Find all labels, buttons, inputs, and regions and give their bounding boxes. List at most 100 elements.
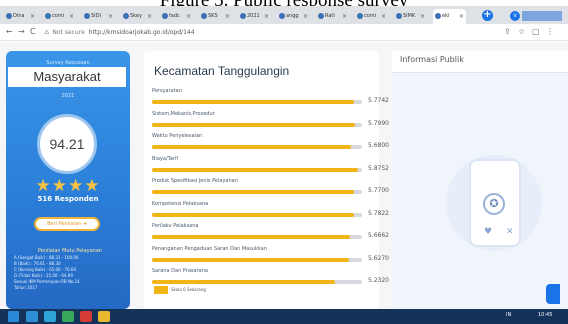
tab-close-icon[interactable]: × (459, 9, 464, 24)
back-icon[interactable]: ← (6, 27, 13, 37)
metric-bar (152, 235, 351, 239)
x-icon: ✕ (506, 227, 514, 237)
tab-close-icon[interactable]: × (420, 9, 425, 24)
respondent-count: 516 Responden (37, 195, 99, 203)
metric-label: Produk Spesifikasi Jenis Pelayanan (152, 178, 238, 184)
metrics-card: Kecamatan Tanggulangin Skala 6 Sekarang … (144, 51, 389, 309)
tab-label: SIMK (403, 13, 416, 19)
metric-label: Penanganan Pengaduan Saran Dan Masukkan (152, 245, 267, 252)
browser-tab[interactable]: SIDI × (82, 9, 115, 24)
metric-value: 5.7822 (368, 209, 389, 217)
tab-label: angg (286, 13, 299, 19)
quality-title: Penilaian Mutu Pelayanan (37, 248, 103, 254)
browser-tab[interactable]: ekl × (433, 9, 466, 24)
browser-tab[interactable]: Rati × (316, 9, 349, 24)
browser-tab[interactable]: Skey × (121, 9, 154, 24)
tab-close-icon[interactable]: × (264, 9, 269, 24)
address-bar: ← → C ⚠ Not secure http://kmsidoarjokab.go… (0, 24, 568, 41)
metric-value: 5.6662 (368, 232, 389, 239)
survey-summary-card: Survey Kepuasan Masyarakat 2021 94.21 ★★… (6, 51, 130, 309)
emblem-icon: ✪ (483, 193, 505, 215)
browser-tab[interactable]: Dina × (4, 9, 37, 24)
metric-value: 5.7742 (368, 97, 389, 104)
tab-favicon-icon (357, 13, 363, 19)
tab-close-icon[interactable]: × (303, 9, 308, 24)
metric-value: 5.7700 (368, 187, 389, 194)
metric-bar (152, 257, 349, 262)
score-circle: 94.21 (37, 114, 97, 174)
browser-tab[interactable]: SKS × (199, 9, 232, 24)
browser-tab[interactable]: comi × (43, 9, 76, 24)
tab-favicon-icon (45, 13, 51, 19)
chat-widget-button[interactable] (546, 284, 560, 304)
tray-language[interactable]: IN (506, 312, 511, 318)
tab-label: SIDI (91, 13, 101, 19)
tab-favicon-icon (318, 13, 324, 19)
survey-year: 2021 (61, 93, 75, 99)
metric-bar (152, 167, 358, 172)
survey-label: Survey Kepuasan (46, 60, 90, 66)
tab-favicon-icon (6, 13, 12, 19)
window-controls[interactable] (522, 11, 562, 21)
tab-close-icon[interactable]: × (186, 9, 191, 24)
extensions-icon[interactable]: ▢ (532, 27, 540, 37)
rate-button[interactable]: Beri Penilaian ➜ (34, 217, 100, 231)
browser-tab[interactable]: SIMK × (394, 9, 427, 24)
browser-tab[interactable]: 2021 × (238, 9, 271, 24)
metric-value: 5.6800 (368, 142, 389, 149)
tab-label: Rati (325, 13, 335, 19)
url-field[interactable]: ⚠ Not secure http://kmsidoarjokab.go.id/op… (44, 27, 424, 38)
tab-favicon-icon (162, 13, 168, 19)
district-title: Kecamatan Tanggulangin (154, 64, 290, 78)
screenshot-page: Figure 5. Public response survey + v Din… (0, 0, 568, 324)
share-icon[interactable]: ⇪ (504, 27, 511, 37)
metric-value: 5.6270 (368, 254, 389, 262)
page-content: Survey Kepuasan Masyarakat 2021 94.21 ★★… (0, 42, 568, 309)
tab-close-icon[interactable]: × (381, 9, 386, 24)
tab-close-icon[interactable]: × (30, 9, 35, 24)
menu-icon[interactable]: ⋮ (546, 27, 554, 37)
browser-edge-icon[interactable] (44, 311, 56, 322)
explorer-icon[interactable] (26, 311, 38, 322)
tab-favicon-icon (396, 13, 402, 19)
browser-tab[interactable]: fadc × (160, 9, 193, 24)
whatsapp-icon[interactable] (62, 311, 74, 322)
windows-start-icon[interactable] (8, 311, 19, 322)
heart-icon: ♥ (484, 227, 493, 237)
tab-close-icon[interactable]: × (108, 9, 113, 24)
metric-bar (152, 145, 351, 149)
tab-label: fadc (169, 13, 180, 19)
tab-favicon-icon (240, 13, 246, 19)
tab-close-icon[interactable]: × (225, 9, 230, 24)
tab-label: ekl (442, 13, 450, 19)
browser-tab[interactable]: angg × (277, 9, 310, 24)
legend-swatch (154, 286, 168, 294)
app-icon[interactable] (80, 311, 92, 322)
metric-bar (152, 280, 336, 284)
bookmark-star-icon[interactable]: ☆ (518, 27, 525, 37)
chrome-icon[interactable] (98, 311, 110, 322)
metric-bar (152, 190, 354, 194)
star-rating: ★★★★ (35, 176, 101, 196)
tray-clock[interactable]: 10:45 (538, 312, 552, 318)
tab-close-icon[interactable]: × (69, 9, 74, 24)
browser-tab[interactable]: comi × (355, 9, 388, 24)
public-info-title: Informasi Publik (400, 55, 464, 64)
url-text: http://kmsidoarjokab.go.id/opd/144 (88, 29, 195, 36)
tab-close-icon[interactable]: × (147, 9, 152, 24)
tab-close-icon[interactable]: × (342, 9, 347, 24)
profile-button[interactable]: v (510, 11, 520, 21)
not-secure-label: Not secure (52, 29, 85, 36)
metric-value: 5.2320 (368, 277, 389, 284)
metric-label: Persyaratan (152, 88, 182, 94)
metric-label: Biaya/Tarif (152, 155, 179, 162)
tab-favicon-icon (279, 13, 285, 19)
new-tab-button[interactable]: + (482, 10, 493, 21)
os-taskbar: IN 10:45 (0, 309, 568, 324)
tab-favicon-icon (123, 13, 129, 19)
public-info-panel: Informasi Publik ✪ ♥ ✕ (392, 51, 568, 309)
tab-label: Skey (130, 13, 142, 19)
forward-icon[interactable]: → (18, 27, 25, 37)
reload-icon[interactable]: C (30, 27, 36, 37)
tab-label: comi (52, 13, 65, 19)
